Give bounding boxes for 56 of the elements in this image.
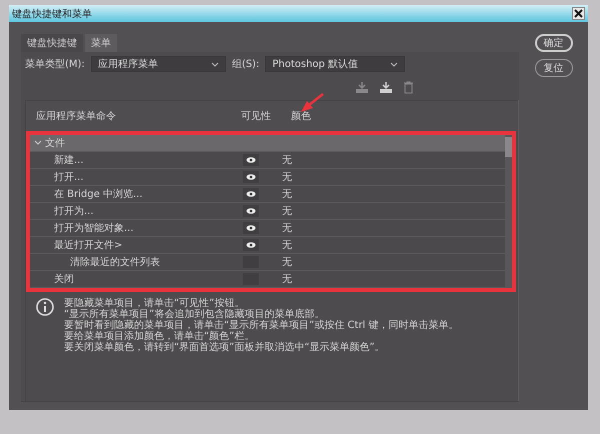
save-icon[interactable]: [355, 81, 369, 94]
eye-icon: [246, 191, 256, 197]
tab[interactable]: 键盘快捷键: [21, 34, 83, 52]
menu-command: 打开为智能对象...: [54, 222, 134, 235]
info-text: 要给菜单项目添加颜色，请单击“颜色”栏。: [64, 331, 254, 342]
color-value[interactable]: 无: [282, 274, 292, 285]
expand-caret-icon[interactable]: [34, 140, 42, 146]
scrollbar[interactable]: [505, 135, 512, 288]
color-value[interactable]: 无: [282, 240, 292, 251]
info-icon: [36, 298, 54, 316]
info-text: “显示所有菜单项目”将会追加到包含隐藏项目的菜单底部。: [64, 309, 324, 320]
close-icon: [574, 9, 583, 18]
visibility-toggle[interactable]: [243, 205, 259, 217]
column-header: 颜色: [290, 110, 311, 123]
menu-type-label: 菜单类型(M):: [25, 58, 85, 71]
color-value[interactable]: 无: [282, 189, 292, 200]
menu-command: 最近打开文件>: [54, 238, 122, 252]
visibility-toggle[interactable]: [243, 222, 259, 234]
color-value[interactable]: 无: [282, 206, 292, 217]
menu-command: 打开...: [54, 170, 84, 184]
eye-icon: [246, 225, 256, 231]
eye-icon: [246, 174, 256, 180]
column-header: 应用程序菜单命令: [35, 110, 117, 123]
visibility-toggle[interactable]: [243, 188, 259, 200]
eye-icon: [246, 208, 256, 214]
color-value[interactable]: 无: [282, 257, 292, 268]
group-label: 组(S):: [232, 58, 260, 71]
menu-command: 文件: [45, 136, 65, 150]
visibility-toggle[interactable]: [243, 239, 259, 251]
visibility-toggle[interactable]: [243, 171, 259, 183]
save-as-icon[interactable]: [379, 81, 393, 94]
trash-icon[interactable]: [403, 81, 414, 94]
menu-command: 在 Bridge 中浏览...: [54, 188, 142, 201]
eye-icon: [246, 157, 256, 163]
eye-icon: [246, 242, 256, 248]
menu-type-dropdown[interactable]: 应用程序菜单: [90, 56, 226, 72]
column-header: 可见性: [240, 110, 272, 123]
info-text: 要关闭菜单颜色，请转到“界面首选项”面板并取消选中“显示菜单颜色”。: [64, 342, 386, 353]
color-value[interactable]: 无: [282, 172, 292, 183]
info-text: 要暂时看到隐藏的菜单项目，请单击“显示所有菜单项目”或按住 Ctrl 键，同时单击菜单。: [64, 320, 459, 331]
caret-icon: [210, 62, 219, 66]
dialog-button[interactable]: 确定: [534, 34, 572, 52]
menu-command: 打开为...: [54, 204, 94, 218]
visibility-toggle[interactable]: [243, 154, 259, 166]
dialog-button[interactable]: 复位: [534, 59, 572, 77]
tab[interactable]: 菜单: [85, 34, 117, 52]
window-title: 键盘快捷键和菜单: [12, 8, 92, 20]
color-value[interactable]: 无: [282, 155, 292, 166]
close-button[interactable]: [572, 7, 585, 20]
caret-icon: [390, 62, 398, 66]
info-text: 要隐藏菜单项目，请单击“可见性”按钮。: [64, 298, 244, 309]
menu-command: 清除最近的文件列表: [70, 256, 160, 269]
color-value[interactable]: 无: [282, 223, 292, 234]
menu-command: 新建...: [54, 154, 84, 167]
menu-command: 关闭: [54, 272, 74, 286]
group-dropdown[interactable]: Photoshop 默认值: [265, 56, 406, 72]
